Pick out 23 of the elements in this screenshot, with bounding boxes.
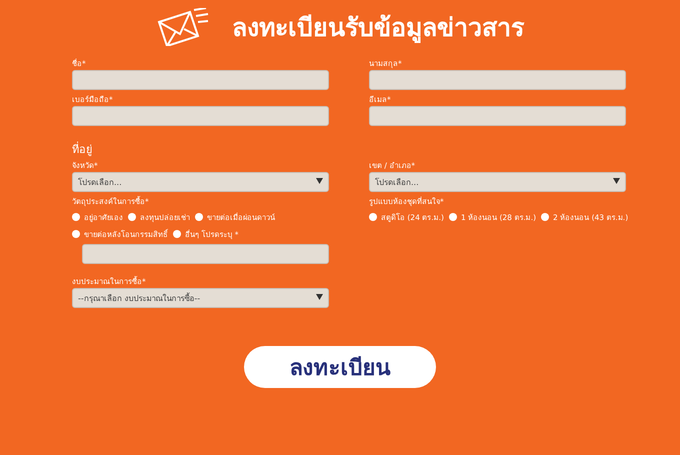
dropdown[interactable]: โปรดเลือก... bbox=[72, 172, 329, 192]
radio-button[interactable] bbox=[128, 212, 136, 220]
radio-button[interactable] bbox=[72, 230, 80, 238]
radio-button[interactable] bbox=[541, 212, 550, 220]
radio-button[interactable] bbox=[195, 212, 203, 220]
input-field[interactable] bbox=[369, 106, 626, 126]
input-field[interactable] bbox=[82, 244, 329, 264]
caret-icon bbox=[613, 178, 620, 186]
caret-icon bbox=[316, 178, 323, 186]
envelope-icon bbox=[156, 8, 210, 46]
radio-button[interactable] bbox=[448, 212, 457, 220]
section-heading: ที่อยู่ bbox=[72, 140, 92, 156]
input-field[interactable] bbox=[72, 106, 329, 126]
input-field[interactable] bbox=[369, 70, 626, 90]
radio-button[interactable] bbox=[72, 212, 80, 220]
dropdown[interactable]: โปรดเลือก... bbox=[369, 172, 626, 192]
page-title: ลงทะเบียนรับข้อมูลข่าวสาร bbox=[232, 13, 524, 45]
radio-button[interactable] bbox=[173, 230, 181, 238]
input-field[interactable] bbox=[72, 70, 329, 90]
dropdown[interactable]: --กรุณาเลือก งบประมาณในการซื้อ-- bbox=[72, 288, 329, 308]
register-button[interactable]: ลงทะเบียน bbox=[244, 346, 436, 388]
radio-button[interactable] bbox=[369, 212, 377, 220]
caret-icon bbox=[316, 294, 323, 302]
